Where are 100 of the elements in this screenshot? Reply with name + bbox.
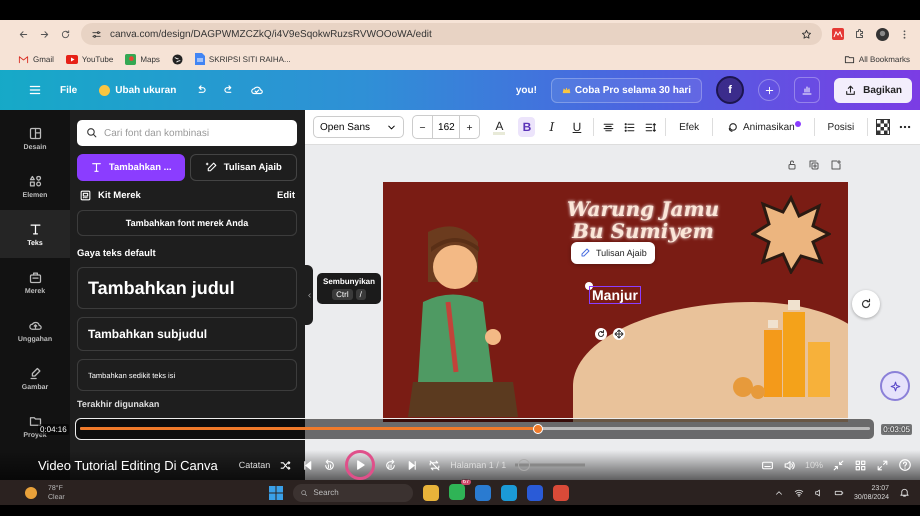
layout-icon: [28, 126, 42, 140]
align-center-icon: [602, 120, 616, 134]
greeting-text: you!: [516, 84, 537, 96]
puzzle-icon: [854, 28, 866, 40]
shuffle-button[interactable]: [279, 458, 292, 472]
repeat-off-button[interactable]: [428, 458, 442, 472]
search-icon: [85, 126, 98, 139]
animate-icon: [726, 120, 739, 134]
coin-icon: [99, 84, 110, 96]
forward-30-icon: [384, 458, 398, 472]
refresh-button[interactable]: [852, 290, 880, 318]
format-button[interactable]: U: [568, 117, 586, 137]
text-style-button[interactable]: Tambahkan judul: [77, 267, 297, 309]
font-dropdown[interactable]: Open Sans: [313, 116, 404, 138]
edit-link[interactable]: Edit: [277, 190, 295, 201]
pro-trial-button[interactable]: Coba Pro selama 30 hari: [550, 78, 702, 102]
zoom-percentage: 10%: [804, 460, 823, 470]
effects-button[interactable]: Efek: [674, 118, 704, 136]
fullscreen-button[interactable]: [876, 458, 889, 472]
weather-icon: [24, 486, 38, 500]
profile-icon[interactable]: [876, 28, 889, 40]
font-size-field[interactable]: 162: [432, 116, 460, 138]
mail-app-icon[interactable]: [475, 484, 492, 500]
collapse-button[interactable]: [832, 458, 845, 472]
bookmark[interactable]: [172, 54, 183, 64]
collapse-panel-button[interactable]: [305, 265, 313, 325]
rotate-icon: [595, 328, 607, 340]
text-style-button[interactable]: Tambahkan subjudul: [77, 317, 297, 351]
bookmark[interactable]: Gmail: [18, 54, 54, 64]
briefcase-icon: [28, 270, 42, 284]
address-bar[interactable]: canva.com/design/DAGPWMZCZkQ/i4V9eSqokwRuzsRVWOOoWA/edit: [81, 23, 822, 45]
magic-button[interactable]: [880, 371, 910, 401]
rewind-button[interactable]: [323, 458, 336, 472]
collapse-icon: [832, 458, 845, 472]
extension-icon[interactable]: [832, 28, 844, 40]
file-explorer-icon[interactable]: [423, 484, 440, 500]
store-icon[interactable]: [527, 484, 544, 500]
transparency-icon[interactable]: [876, 119, 890, 135]
crown-icon: [562, 86, 571, 94]
lock-icon: [786, 159, 798, 171]
notes-label: Catatan: [238, 460, 270, 470]
play-icon: [66, 54, 78, 64]
format-button[interactable]: I: [543, 117, 560, 137]
all-bookmarks[interactable]: All Bookmarks: [844, 54, 910, 64]
text-color-button[interactable]: A: [488, 116, 510, 138]
duplicate-icon: [808, 159, 820, 171]
text-icon: [28, 222, 42, 236]
bookmark[interactable]: Maps: [125, 54, 160, 64]
forward-button[interactable]: [384, 458, 398, 472]
map-pin-icon: [125, 54, 136, 64]
magic-pen-icon: [579, 247, 591, 259]
font-search-field[interactable]: Cari font dan kombinasi: [77, 120, 297, 146]
chrome-icon[interactable]: [553, 484, 570, 500]
insights-button[interactable]: [794, 77, 820, 103]
panel-tab[interactable]: Tulisan Ajaib: [190, 154, 297, 181]
bookmark[interactable]: SKRIPSI SITI RAIHA...: [194, 53, 291, 65]
animate-button[interactable]: Animasikan: [721, 118, 806, 136]
bar-chart-icon: [801, 84, 814, 96]
user-avatar[interactable]: f: [716, 76, 744, 104]
chevron-left-icon: [306, 292, 312, 298]
font-size-stepper[interactable]: 162: [412, 115, 480, 139]
back-arrow-icon: [18, 28, 29, 40]
globe-icon: [172, 54, 183, 64]
shortcut-key: Ctrl: [332, 289, 353, 300]
position-button[interactable]: Posisi: [822, 118, 860, 136]
section-heading: Terakhir digunakan: [77, 399, 160, 409]
upload-icon: [844, 84, 858, 96]
grid-view-button[interactable]: [854, 458, 867, 472]
plus-icon: [465, 122, 474, 132]
taskbar-search-field[interactable]: Search: [293, 484, 414, 502]
list-icon: [623, 120, 636, 134]
search-icon: [300, 488, 308, 496]
add-button[interactable]: [758, 79, 780, 101]
captions-button[interactable]: [760, 458, 774, 472]
play-button[interactable]: [345, 450, 376, 480]
volume-button[interactable]: [782, 458, 796, 472]
share-button[interactable]: Bagikan: [834, 78, 912, 102]
bookmark[interactable]: YouTube: [66, 54, 114, 64]
help-icon: [898, 458, 912, 472]
windows-start-icon[interactable]: [269, 486, 284, 500]
magic-write-button[interactable]: Tulisan Ajaib: [571, 242, 655, 264]
tooltip-text: Sembunyikan: [323, 277, 376, 286]
format-button[interactable]: B: [518, 117, 536, 137]
folder-icon: [844, 54, 855, 64]
pen-icon: [28, 366, 42, 380]
help-button[interactable]: [898, 458, 912, 472]
rewind-10-icon: [323, 458, 336, 472]
captions-icon: [760, 458, 774, 472]
bell-icon: [899, 487, 910, 498]
shortcut-key: /: [356, 289, 366, 300]
page-indicator: Halaman 1 / 1: [450, 460, 506, 470]
browser-icon[interactable]: [501, 484, 518, 500]
add-brand-font-button[interactable]: Tambahkan font merek Anda: [77, 210, 297, 236]
brand-kit-icon: [79, 189, 92, 202]
chat-app-icon[interactable]: [449, 484, 466, 500]
menu-icon: [28, 83, 42, 97]
selected-text[interactable]: Manjur: [589, 286, 641, 304]
brand-kit-label: Kit Merek: [98, 190, 142, 201]
panel-tab[interactable]: Tambahkan ...: [77, 154, 184, 181]
plus-icon: [764, 84, 775, 96]
